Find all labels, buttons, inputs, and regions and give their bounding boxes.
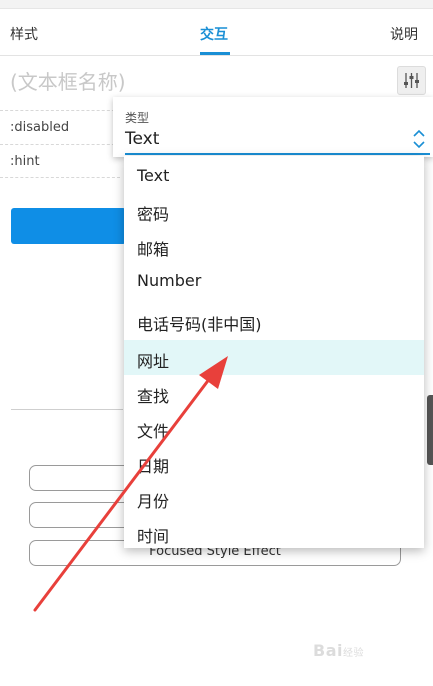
option-file[interactable]: 文件 (124, 410, 424, 445)
primary-button[interactable] (11, 208, 126, 244)
option-label: Number (137, 271, 202, 290)
option-date[interactable]: 日期 (124, 445, 424, 480)
option-label: 时间 (137, 527, 170, 546)
top-strip (0, 0, 433, 9)
option-month[interactable]: 月份 (124, 480, 424, 515)
chevron-updown-icon (413, 129, 425, 149)
option-password[interactable]: 密码 (124, 193, 424, 228)
option-phone[interactable]: 电话号码(非中国) (124, 303, 424, 338)
option-label: 文件 (137, 422, 170, 441)
option-email[interactable]: 邮箱 (124, 228, 424, 263)
option-label: 电话号码(非中国) (137, 315, 262, 334)
tab-notes[interactable]: 说明 (390, 24, 418, 44)
state-disabled[interactable]: :disabled (0, 110, 120, 143)
textbox-name-field[interactable]: (文本框名称) (10, 66, 126, 95)
option-search[interactable]: 查找 (124, 375, 424, 410)
divider (11, 409, 123, 410)
side-handle[interactable] (427, 395, 433, 465)
state-hint[interactable]: :hint (0, 144, 120, 178)
option-label: 查找 (137, 387, 170, 406)
tab-style[interactable]: 样式 (10, 24, 38, 44)
tab-bar: 样式 交互 说明 (0, 9, 433, 56)
sliders-icon (404, 73, 419, 88)
option-label: 邮箱 (137, 240, 170, 259)
option-url[interactable]: 网址 (124, 340, 424, 375)
tab-interaction[interactable]: 交互 (200, 24, 228, 44)
option-text[interactable]: Text (124, 158, 424, 193)
state-label: :hint (10, 154, 40, 169)
type-options-menu: Text 密码 邮箱 Number 电话号码(非中国) 网址 查找 文件 日期 … (124, 156, 424, 548)
state-label: :disabled (10, 120, 70, 135)
filter-button[interactable] (397, 66, 426, 95)
type-select[interactable]: 类型 Text (113, 97, 433, 157)
select-underline (125, 153, 430, 155)
option-label: 密码 (137, 205, 170, 224)
active-tab-indicator (200, 52, 230, 55)
type-select-value: Text (125, 129, 160, 149)
option-label: 网址 (137, 352, 170, 371)
option-time[interactable]: 时间 (124, 515, 424, 550)
option-label: Text (137, 166, 170, 185)
option-label: 月份 (137, 492, 170, 511)
watermark-logo: Bai经验 (313, 641, 364, 660)
option-number[interactable]: Number (124, 263, 424, 298)
option-label: 日期 (137, 457, 170, 476)
type-select-label: 类型 (125, 111, 150, 125)
